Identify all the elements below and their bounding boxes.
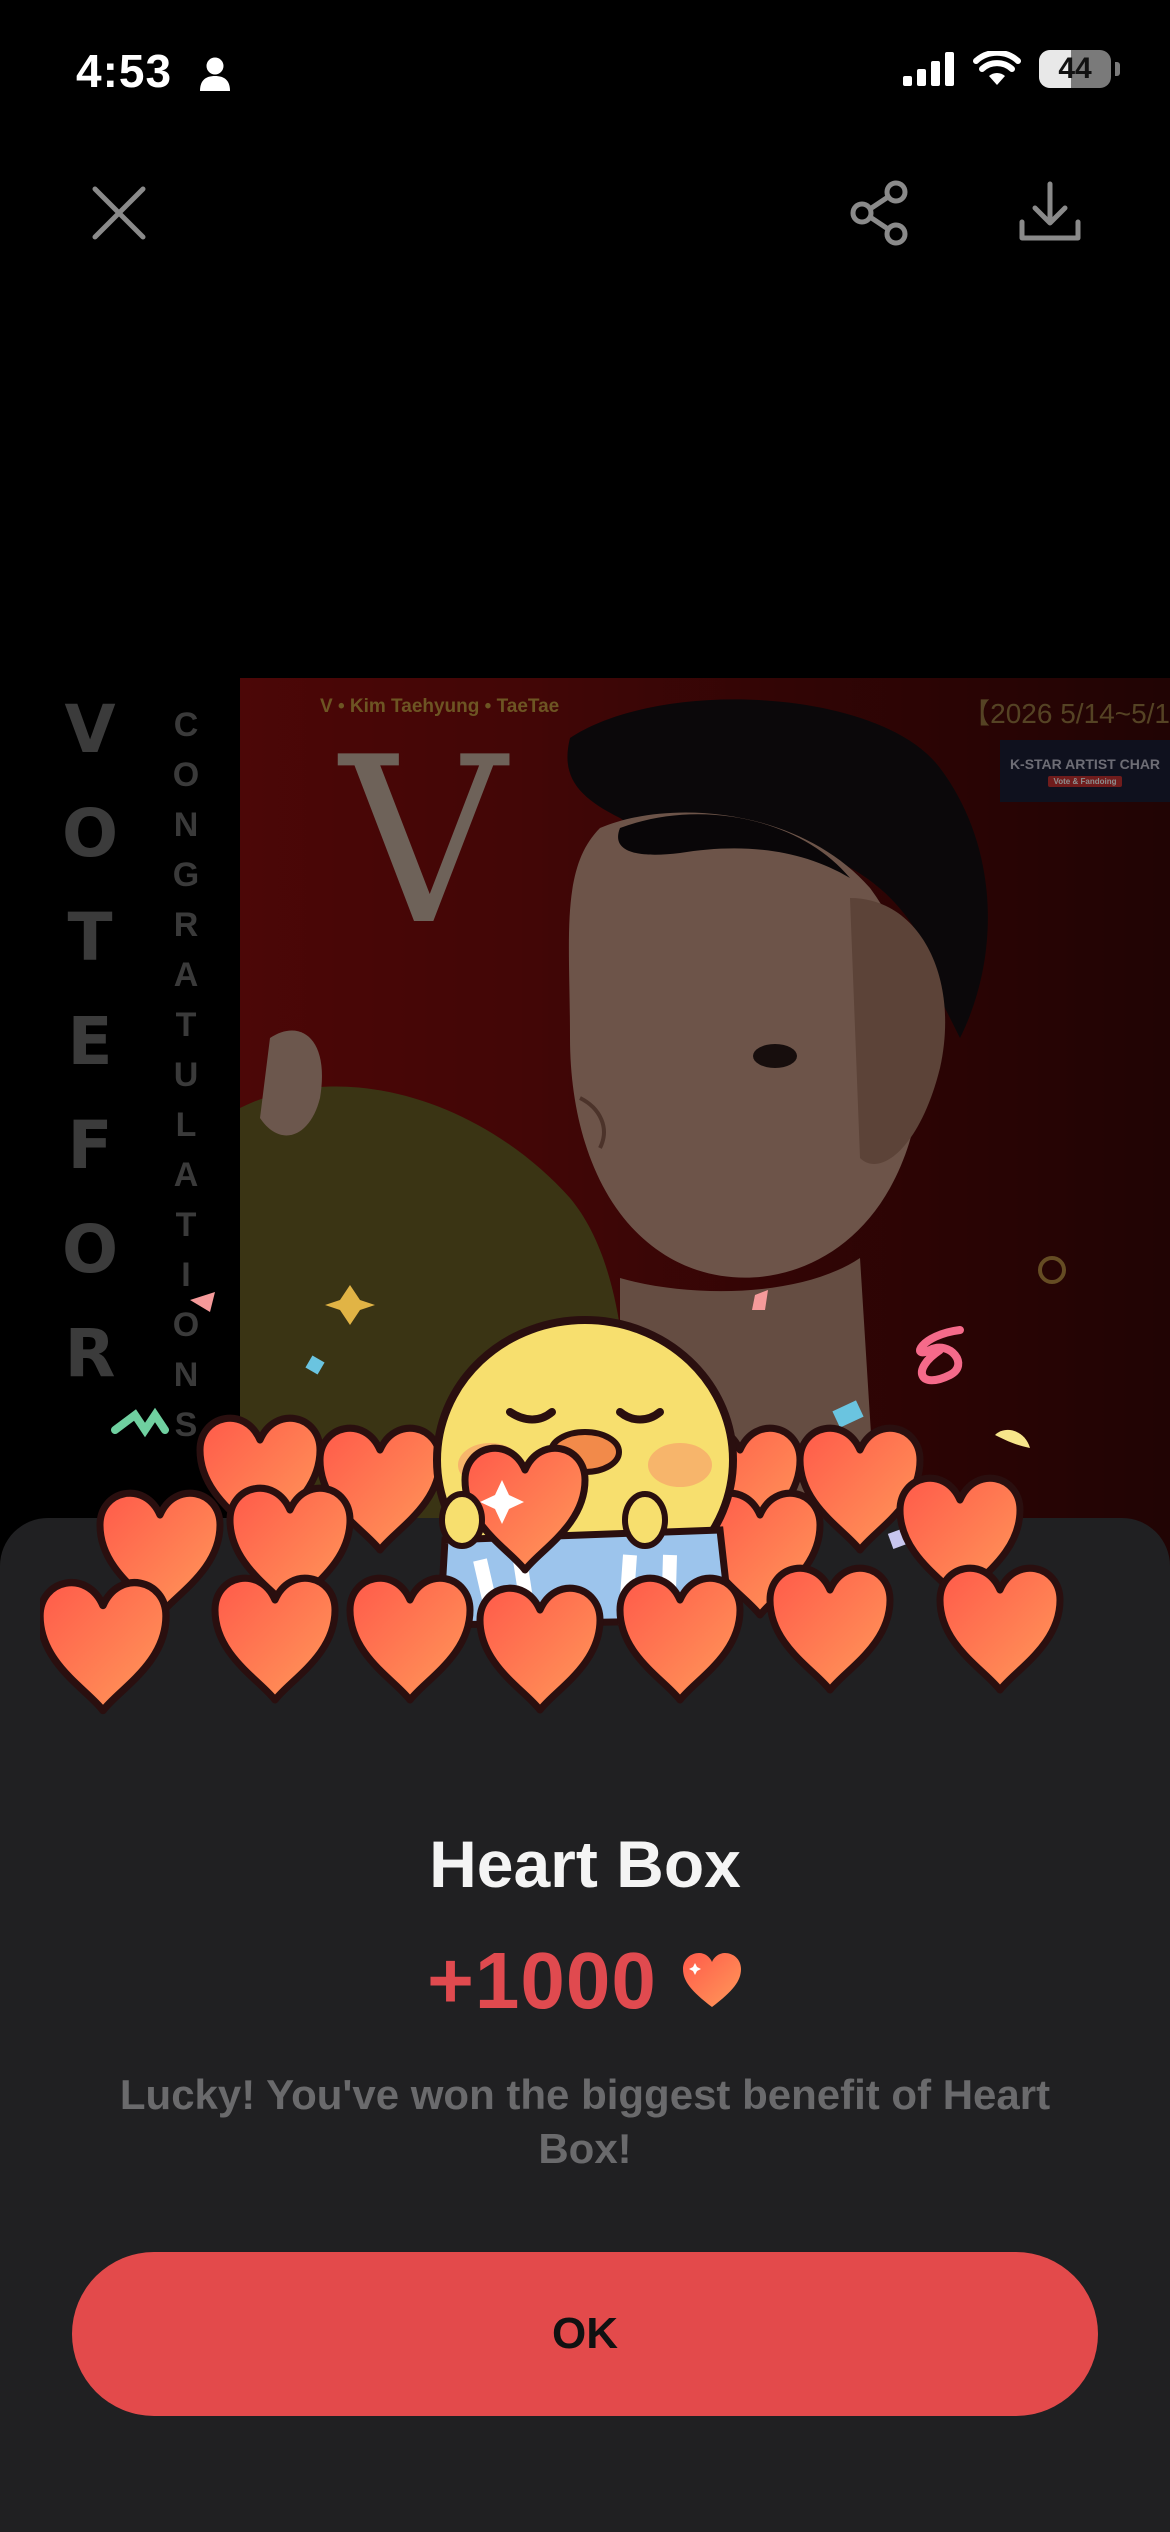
- heart-box-illustration: [40, 1285, 1130, 1750]
- status-time: 4:53: [76, 45, 173, 97]
- reward-amount-row: +1000: [0, 1935, 1170, 2027]
- ok-button[interactable]: OK: [72, 2252, 1098, 2416]
- cellular-signal-icon: [903, 52, 954, 86]
- close-icon: [92, 186, 146, 240]
- reward-message: Lucky! You've won the biggest benefit of…: [119, 2071, 1051, 2172]
- wifi-icon: [973, 51, 1021, 85]
- battery-indicator: 44: [1039, 50, 1111, 88]
- reward-amount: +1000: [427, 1936, 657, 2025]
- dialog-title: Heart Box: [429, 1827, 741, 1901]
- download-button[interactable]: [1005, 168, 1095, 258]
- battery-nub: [1115, 62, 1120, 76]
- share-button[interactable]: [836, 168, 926, 258]
- heart-icon: [682, 1953, 741, 2007]
- share-icon: [850, 180, 908, 246]
- person-icon: [200, 57, 230, 91]
- close-button[interactable]: [74, 168, 164, 258]
- battery-level: 44: [1058, 52, 1092, 85]
- download-icon: [1019, 181, 1081, 241]
- status-bar: 4:53 44: [0, 0, 1170, 150]
